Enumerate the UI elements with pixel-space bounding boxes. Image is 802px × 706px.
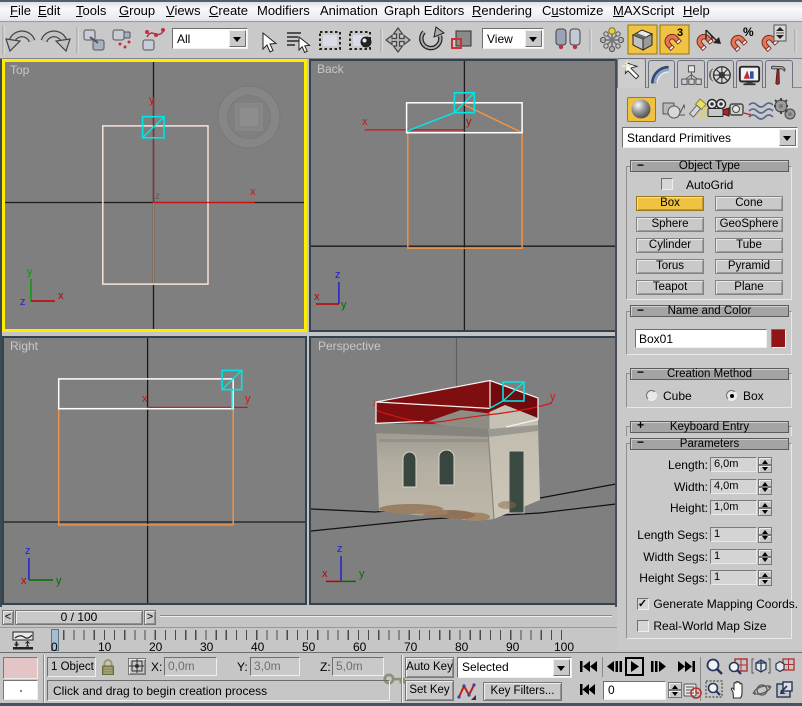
svg-text:y: y <box>359 568 365 580</box>
svg-text:z: z <box>20 296 26 308</box>
svg-text:y: y <box>341 299 347 311</box>
svg-text:3: 3 <box>677 27 683 39</box>
svg-text:z: z <box>155 191 160 202</box>
svg-text:x: x <box>142 393 148 405</box>
svg-text:z: z <box>335 269 341 281</box>
svg-text:x: x <box>314 291 320 303</box>
svg-text:y: y <box>149 94 155 106</box>
svg-text:z: z <box>25 545 31 557</box>
svg-text:y: y <box>550 391 556 403</box>
svg-text:y: y <box>466 116 472 128</box>
svg-text:x: x <box>250 186 256 198</box>
svg-text:y: y <box>245 393 251 405</box>
svg-text:%: % <box>743 25 754 39</box>
svg-text:z: z <box>337 543 343 555</box>
svg-text:x: x <box>362 116 368 128</box>
svg-text:y: y <box>56 575 62 587</box>
svg-text:x: x <box>322 568 328 580</box>
svg-text:x: x <box>21 575 27 587</box>
svg-text:x: x <box>58 290 64 302</box>
svg-text:y: y <box>27 266 33 278</box>
